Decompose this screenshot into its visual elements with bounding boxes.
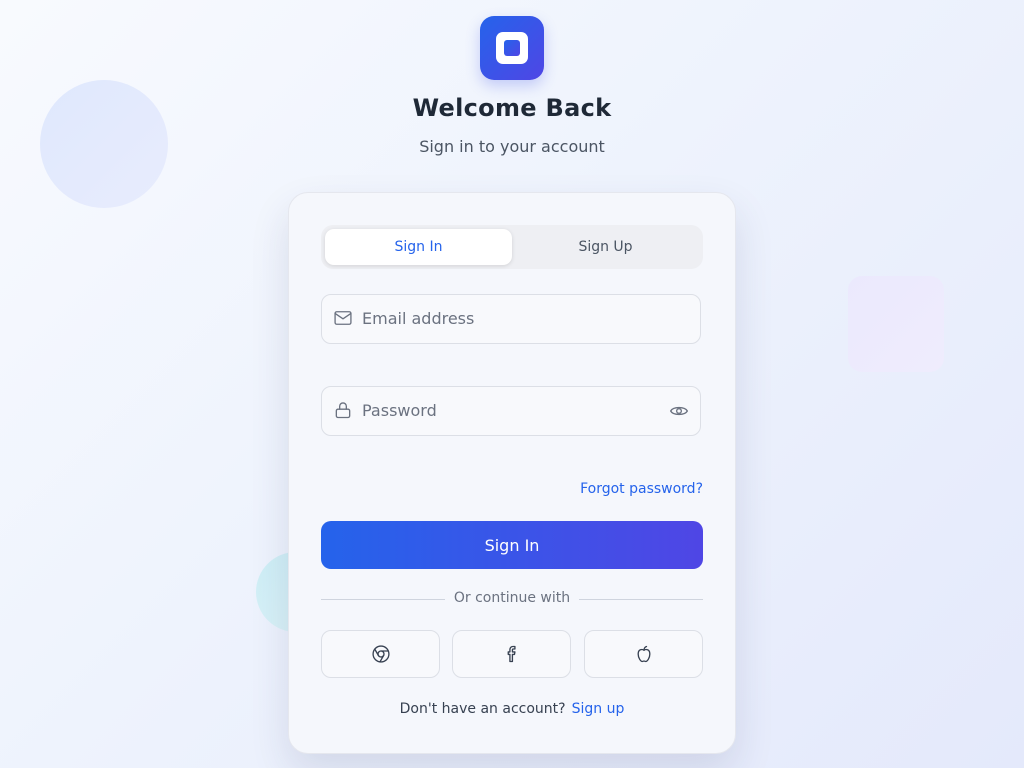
page-subtitle: Sign in to your account [419, 137, 605, 156]
divider-text: Or continue with [453, 590, 571, 606]
divider-line-right [579, 599, 703, 600]
sign-in-button[interactable]: Sign In [321, 521, 703, 569]
apple-icon [637, 645, 651, 663]
facebook-icon [507, 645, 516, 663]
decorative-square-right [848, 276, 944, 372]
signup-prompt-text: Don't have an account? [399, 701, 566, 717]
page-title: Welcome Back [412, 94, 612, 122]
auth-card: Sign In Sign Up Forgot password? Sign In… [288, 192, 736, 754]
email-field-container [321, 294, 701, 344]
chrome-icon [372, 645, 390, 663]
signup-prompt: Don't have an account? Sign up [289, 701, 735, 717]
tab-sign-up[interactable]: Sign Up [512, 229, 699, 265]
app-logo [480, 16, 544, 80]
eye-icon[interactable] [669, 401, 689, 421]
facebook-login-button[interactable] [452, 630, 571, 678]
sign-up-link[interactable]: Sign up [572, 701, 625, 717]
mail-icon [334, 311, 352, 325]
logo-inner-square [496, 32, 528, 64]
auth-tabs: Sign In Sign Up [321, 225, 703, 269]
forgot-password-link[interactable]: Forgot password? [580, 481, 703, 497]
divider-line-left [321, 599, 445, 600]
google-login-button[interactable] [321, 630, 440, 678]
password-field-container [321, 386, 701, 436]
logo-core-square [504, 40, 520, 56]
lock-icon [335, 402, 351, 419]
password-input[interactable] [362, 387, 652, 434]
apple-login-button[interactable] [584, 630, 703, 678]
email-input[interactable] [362, 295, 652, 342]
tab-sign-in[interactable]: Sign In [325, 229, 512, 265]
